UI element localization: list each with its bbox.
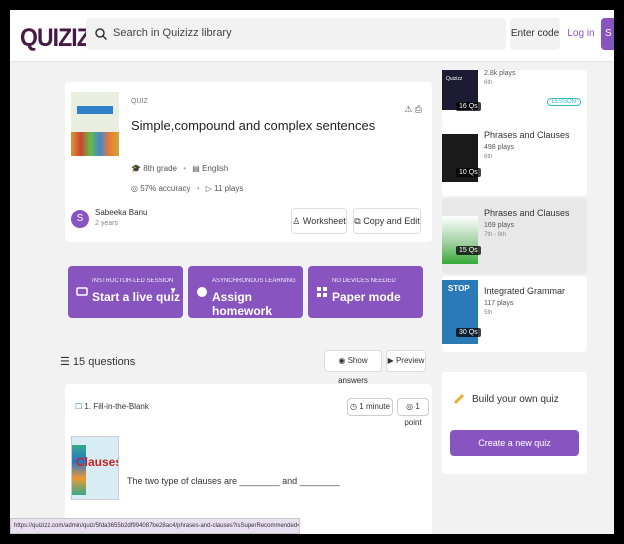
recommended-grade: 6th: [484, 80, 493, 86]
copy-icon: ⧉: [354, 216, 361, 226]
app-window: QUIZIZZ Search in Quizizz library Enter …: [10, 10, 614, 534]
language-label: English: [202, 164, 229, 173]
recommended-thumbnail: [442, 216, 478, 264]
search-icon: [95, 28, 108, 41]
recommended-item[interactable]: STOP 30 Qs Integrated Grammar 117 plays …: [442, 276, 587, 352]
assign-homework-button[interactable]: ASYNCHRONOUS LEARNING Assign homework: [188, 266, 303, 318]
question-type-label: ☐ 1. Fill-in-the-Blank: [75, 402, 149, 411]
signup-button[interactable]: S: [601, 18, 614, 50]
recommended-item[interactable]: 10 Qs Phrases and Clauses 498 plays 6th: [442, 120, 587, 196]
quiz-info-card: QUIZ Simple,compound and complex sentenc…: [65, 82, 432, 242]
question-count-badge: 16 Qs: [456, 102, 481, 111]
question-count-badge: 15 Qs: [456, 246, 481, 255]
search-input[interactable]: Search in Quizizz library: [86, 18, 506, 50]
question-count-badge: 30 Qs: [456, 328, 481, 337]
worksheet-icon: ♙: [292, 216, 301, 226]
share-icon[interactable]: ⚠: [404, 104, 412, 114]
worksheet-button[interactable]: ♙ Worksheet: [291, 208, 347, 234]
top-bar: QUIZIZZ Search in Quizizz library Enter …: [10, 10, 614, 62]
quiz-thumbnail: [71, 92, 119, 156]
recommended-grade: 5th: [484, 310, 493, 316]
grid-icon: [317, 287, 327, 297]
language-icon: ▤: [192, 164, 200, 173]
quiz-title: Simple,compound and complex sentences: [131, 118, 376, 133]
enter-code-button[interactable]: Enter code: [510, 18, 560, 50]
question-text: The two type of clauses are ________ and…: [127, 476, 340, 486]
show-answers-button[interactable]: ◉ Show answers: [324, 350, 382, 385]
clock-icon: ◷: [350, 402, 358, 411]
question-count: ☰ 15 questions: [60, 356, 136, 368]
login-button[interactable]: Log in: [564, 18, 598, 50]
author-avatar[interactable]: S: [71, 210, 89, 228]
clock-icon: [197, 287, 207, 297]
recommended-title: Phrases and Clauses: [484, 208, 570, 218]
plays-label: 11 plays: [214, 184, 244, 193]
eye-icon: ◉: [338, 356, 346, 365]
build-quiz-title: Build your own quiz: [472, 394, 559, 405]
paper-mode-button[interactable]: NO DEVICES NEEDED Paper mode: [308, 266, 423, 318]
question-image: Clauses: [71, 436, 119, 500]
recommended-item[interactable]: Quizizz 16 Qs 2.8k plays 6th LESSON: [442, 70, 587, 122]
points-pill[interactable]: ◎ 1 point: [397, 398, 429, 427]
build-quiz-card: Build your own quiz Create a new quiz: [442, 372, 587, 474]
live-quiz-icon: [76, 287, 88, 296]
list-icon: ☰: [60, 356, 73, 368]
copy-edit-button[interactable]: ⧉ Copy and Edit: [353, 208, 421, 234]
link-status-bar: https://quizizz.com/admin/quiz/5fda3655b…: [10, 518, 300, 534]
grade-row: 🎓 8th grade • ▤ English: [131, 164, 229, 173]
pencil-icon: [453, 393, 465, 405]
plays-icon: ▷: [205, 184, 212, 193]
question-image-text: Clauses: [76, 455, 119, 469]
stats-row: ◎ 57% accuracy • ▷ 11 plays: [131, 184, 244, 193]
preview-button[interactable]: ▶ Preview: [386, 350, 426, 372]
chevron-down-icon[interactable]: ▼: [169, 286, 177, 295]
create-quiz-button[interactable]: Create a new quiz: [450, 430, 579, 456]
author-name[interactable]: Sabeeka Banu: [95, 208, 148, 217]
recommended-plays: 169 plays: [484, 222, 514, 229]
print-icon[interactable]: ⎙: [415, 104, 422, 114]
recommended-grade: 6th: [484, 154, 493, 160]
accuracy-label: 57% accuracy: [140, 184, 191, 193]
quiz-type-label: QUIZ: [131, 98, 148, 105]
time-pill[interactable]: ◷ 1 minute: [347, 398, 393, 416]
lesson-tag: LESSON: [546, 98, 581, 106]
recommended-plays: 2.8k plays: [484, 70, 516, 77]
recommended-title: Phrases and Clauses: [484, 130, 570, 140]
recommended-title: Integrated Grammar: [484, 286, 566, 296]
checkbox-icon: ☐: [75, 402, 83, 411]
play-icon: ▶: [387, 356, 394, 365]
author-age: 2 years: [95, 220, 118, 227]
grade-icon: 🎓: [131, 164, 141, 173]
start-live-quiz-button[interactable]: INSTRUCTOR-LED SESSION Start a live quiz…: [68, 266, 183, 318]
quiz-actions: ⚠ ⎙: [404, 104, 422, 115]
grade-label: 8th grade: [143, 164, 178, 173]
question-count-badge: 10 Qs: [456, 168, 481, 177]
points-icon: ◎: [406, 402, 414, 411]
question-card: ☐ 1. Fill-in-the-Blank ◷ 1 minute ◎ 1 po…: [65, 384, 432, 534]
recommended-item[interactable]: 15 Qs Phrases and Clauses 169 plays 7th …: [442, 198, 587, 274]
search-placeholder: Search in Quizizz library: [113, 27, 232, 39]
accuracy-icon: ◎: [131, 184, 138, 193]
recommended-plays: 117 plays: [484, 300, 514, 307]
recommended-plays: 498 plays: [484, 144, 514, 151]
recommended-grade: 7th - 9th: [484, 232, 507, 238]
